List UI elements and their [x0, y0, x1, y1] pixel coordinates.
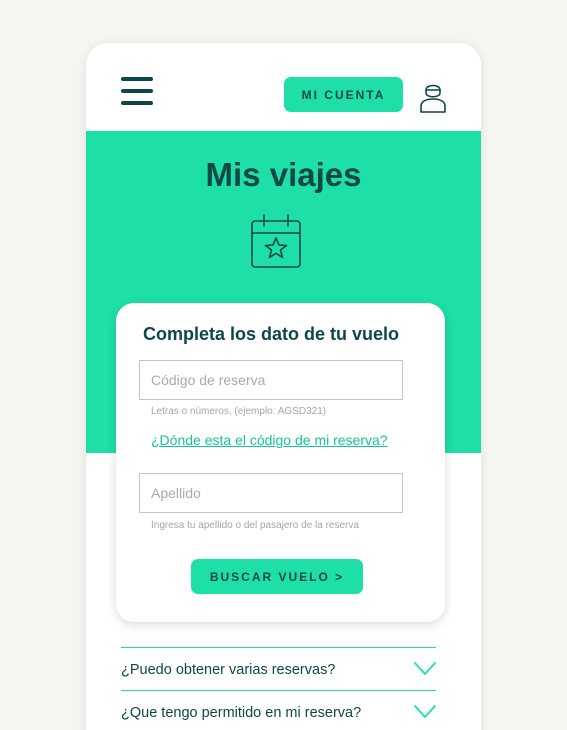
calendar-star-icon	[251, 214, 301, 268]
surname-hint: Ingresa tu apellido o del pasajero de la…	[151, 520, 359, 531]
faq-question: ¿Puedo obtener varias reservas?	[121, 662, 336, 678]
flight-search-card: Completa los dato de tu vuelo Letras o n…	[116, 303, 445, 622]
chevron-down-icon[interactable]	[414, 662, 436, 676]
hamburger-menu-icon[interactable]	[121, 77, 153, 107]
where-is-code-link[interactable]: ¿Dónde esta el código de mi reserva?	[151, 432, 388, 448]
faq-item-allowed-items[interactable]: ¿Que tengo permitido en mi reserva?	[121, 690, 436, 730]
page-title: Mis viajes	[205, 156, 362, 193]
header: MI CUENTA	[86, 43, 481, 131]
faq-question: ¿Que tengo permitido en mi reserva?	[121, 705, 362, 721]
surname-input[interactable]	[139, 473, 403, 513]
booking-code-input[interactable]	[139, 360, 403, 400]
my-account-button[interactable]: MI CUENTA	[284, 77, 403, 112]
faq-item-multiple-bookings[interactable]: ¿Puedo obtener varias reservas?	[121, 647, 436, 690]
user-icon[interactable]	[419, 79, 447, 113]
faq-list: ¿Puedo obtener varias reservas? ¿Que ten…	[121, 647, 436, 730]
card-title: Completa los dato de tu vuelo	[143, 324, 400, 344]
chevron-down-icon[interactable]	[414, 705, 436, 719]
search-flight-button[interactable]: BUSCAR VUELO >	[191, 559, 363, 594]
phone-frame: MI CUENTA Mis viajes Completa los dato d…	[86, 43, 481, 730]
booking-code-hint: Letras o números, (ejemplo: AGSD321)	[151, 406, 327, 417]
